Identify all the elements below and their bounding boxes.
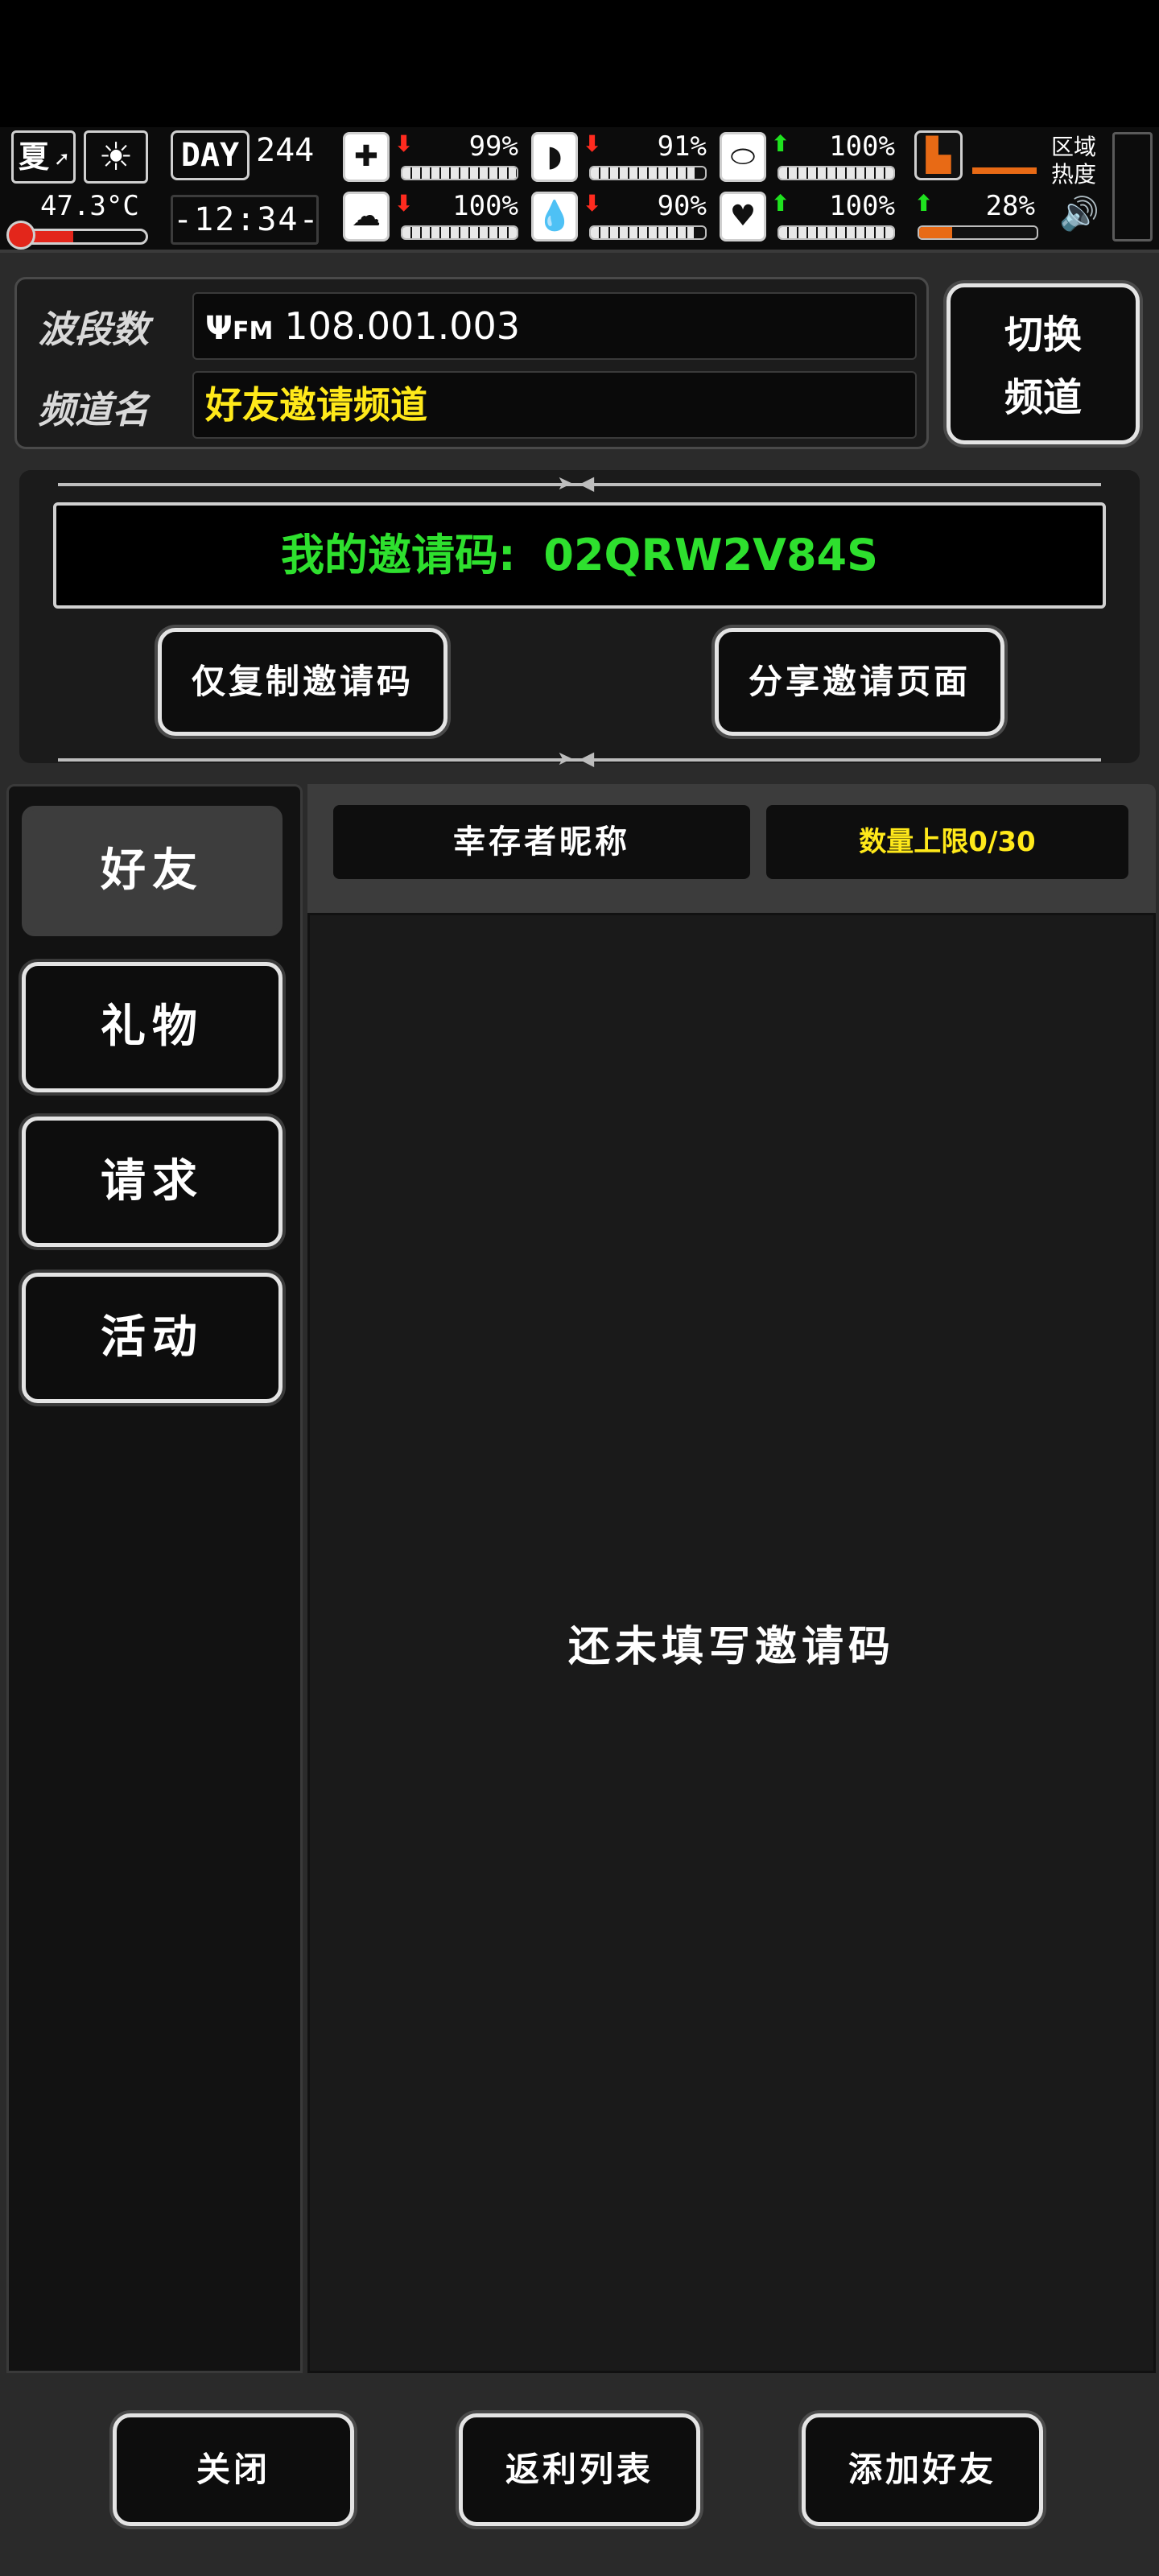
band-field: ΨFM 108.001.003 [192,292,917,360]
stomach-icon: ◗ [531,132,578,182]
social-sidebar: 好友 礼物 请求 活动 [6,784,303,2373]
heart-icon: ♥ [720,192,766,242]
friends-list-panel: 幸存者昵称 数量上限0/30 还未填写邀请码 [307,784,1156,2373]
stat-value: 99% [468,130,518,163]
divider-top: ➤ ◀ [58,472,1101,494]
game-clock: -12:34- [171,195,319,245]
empty-state-message: 还未填写邀请码 [567,1623,895,1671]
switch-channel-button[interactable]: 切换 频道 [947,283,1140,444]
trend-down-icon: ⬇ [394,190,414,217]
stat-value: 90% [657,190,707,222]
fm-label: FM [232,317,274,345]
thermometer-icon [6,221,35,250]
survival-hud: 夏 ➚ ☀ 47.3°C DAY 244 -12:34- ✚ ⬇ 99% ◗ ⬇… [0,127,1159,253]
stat-value: 91% [657,130,707,163]
close-button[interactable]: 关闭 [113,2413,354,2526]
invite-code-label: 我的邀请码: [280,530,516,580]
water-drop-icon: 💧 [531,192,578,242]
band-label: 波段数 [38,308,149,351]
tab-friends[interactable]: 好友 [22,806,283,936]
brain-icon: ☁ [343,192,390,242]
stat-sanity: ☁ ⬇ 100% [343,190,525,243]
stat-health: ✚ ⬇ 99% [343,130,525,184]
antenna-icon: ΨFM [205,310,274,347]
share-invite-page-button[interactable]: 分享邀请页面 [715,628,1004,736]
invite-code-value: 02QRW2V84S [543,530,879,580]
trend-up-icon: ⬆ [914,190,934,217]
rebate-list-button[interactable]: 返利列表 [459,2413,700,2526]
day-label: DAY [171,130,250,180]
stat-value: 28% [985,190,1035,222]
trend-down-icon: ⬇ [394,130,414,157]
add-friend-button[interactable]: 添加好友 [802,2413,1043,2526]
stat-energy: ⬭ ⬆ 100% [720,130,901,184]
season-indicator: 夏 ➚ [11,130,76,184]
stat-bar [918,225,1038,240]
invite-code-display: 我的邀请码: 02QRW2V84S [53,502,1106,609]
pill-icon: ⬭ [720,132,766,182]
trend-down-icon: ⬇ [583,190,602,217]
sun-icon: ☀ [84,130,148,184]
copy-invite-code-button[interactable]: 仅复制邀请码 [158,628,448,736]
temperature-value: 47.3°C [40,190,139,222]
column-header-nickname: 幸存者昵称 [333,805,750,879]
footer-bar: 关闭 返利列表 添加好友 [0,2380,1159,2576]
channel-panel: 波段数 ΨFM 108.001.003 频道名 好友邀请频道 [14,277,929,449]
region-heat-label: 区域热度 [1051,134,1097,188]
invite-panel: ➤ ◀ 我的邀请码: 02QRW2V84S 仅复制邀请码 分享邀请页面 ➤ ◀ [19,470,1140,770]
column-header-limit: 数量上限0/30 [766,805,1128,879]
speaker-icon[interactable]: 🔊 [1059,195,1099,233]
region-heat[interactable]: 区域热度 🔊 [1051,130,1154,243]
channel-name-label: 频道名 [38,388,149,431]
stat-bar [401,225,518,240]
medkit-icon: ✚ [343,132,390,182]
region-heat-meter [1112,132,1153,242]
channel-name-field: 好友邀请频道 [192,371,917,439]
friends-list[interactable]: 还未填写邀请码 [307,913,1156,2373]
stamina-line [972,167,1037,174]
boot-icon: ▙ [914,130,963,180]
trend-down-icon: ⬇ [583,130,602,157]
stat-value: 100% [829,130,895,163]
trend-up-icon: ⬆ [771,190,790,217]
stat-value: 100% [829,190,895,222]
trend-up-icon: ⬆ [771,130,790,157]
tab-gifts[interactable]: 礼物 [22,962,283,1092]
stat-bar [777,166,895,180]
tab-events[interactable]: 活动 [22,1273,283,1403]
season-label: 夏 [19,139,50,175]
season-arrow-icon: ➚ [53,147,70,170]
divider-bottom: ➤ ◀ [58,747,1101,770]
stat-thirst: 💧 ⬇ 90% [531,190,713,243]
stat-hunger: ◗ ⬇ 91% [531,130,713,184]
stat-bar [401,166,518,180]
stat-bar [589,225,707,240]
status-bar-area [0,0,1159,127]
stat-value: 100% [452,190,518,222]
stat-mood: ♥ ⬆ 100% [720,190,901,243]
band-value: 108.001.003 [284,304,520,348]
stat-bar [777,225,895,240]
day-number: 244 [256,132,315,169]
stat-bar [589,166,707,180]
stat-stamina: ⬆ 28% [911,190,1041,243]
tab-requests[interactable]: 请求 [22,1117,283,1247]
switch-channel-label: 切换 频道 [1004,312,1082,420]
